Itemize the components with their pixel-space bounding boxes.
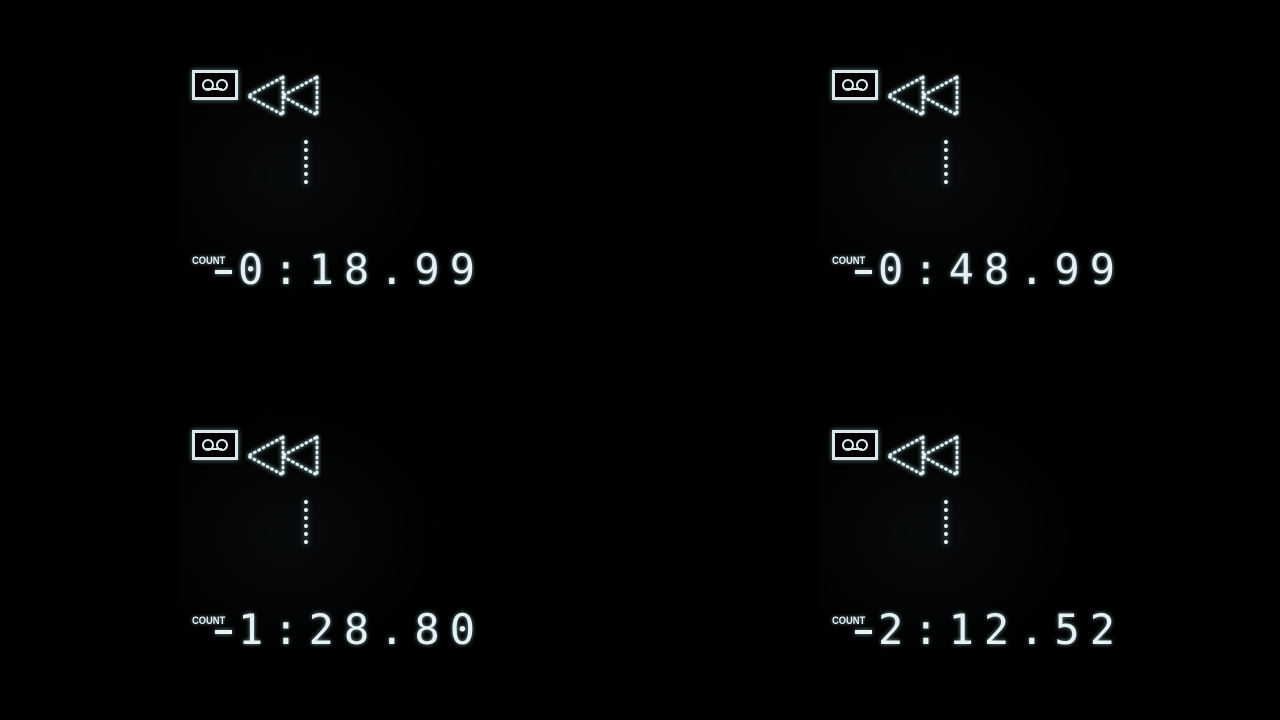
cassette-icon	[192, 70, 238, 100]
counter-panel: COUNT 0:18.99	[0, 0, 640, 360]
counter-time: 0:18.99	[238, 245, 486, 294]
count-label: COUNT	[832, 615, 866, 627]
minus-sign	[215, 270, 232, 274]
counter-time: 1:28.80	[238, 605, 486, 654]
count-label: COUNT	[192, 255, 226, 267]
cassette-icon	[832, 430, 878, 460]
counter-time: 0:48.99	[878, 245, 1126, 294]
count-label: COUNT	[192, 615, 226, 627]
track-number-one	[304, 140, 312, 184]
counter-panel: COUNT 1:28.80	[0, 360, 640, 720]
minus-sign	[855, 270, 872, 274]
cassette-icon	[832, 70, 878, 100]
track-number-one	[944, 140, 952, 184]
counter-time: 2:12.52	[878, 605, 1126, 654]
counter-panel: COUNT 2:12.52	[640, 360, 1280, 720]
rewind-icon	[885, 74, 959, 118]
minus-sign	[855, 630, 872, 634]
track-number-one	[944, 500, 952, 544]
rewind-icon	[885, 434, 959, 478]
minus-sign	[215, 630, 232, 634]
counter-panel: COUNT 0:48.99	[640, 0, 1280, 360]
rewind-icon	[245, 74, 319, 118]
rewind-icon	[245, 434, 319, 478]
track-number-one	[304, 500, 312, 544]
cassette-icon	[192, 430, 238, 460]
count-label: COUNT	[832, 255, 866, 267]
